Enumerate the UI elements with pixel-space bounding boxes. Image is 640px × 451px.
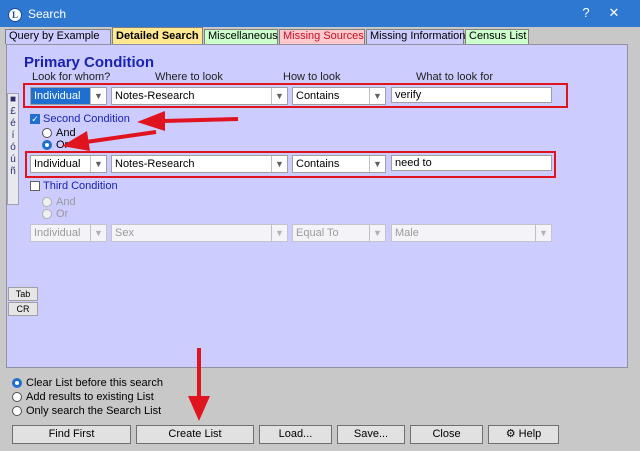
second-or-label: Or xyxy=(56,139,69,151)
chevron-down-icon: ▼ xyxy=(271,156,287,172)
second-who-select[interactable]: Individual ▼ xyxy=(30,155,107,173)
clear-list-label: Clear List before this search xyxy=(26,377,163,389)
tab-query-by-example[interactable]: Query by Example xyxy=(5,29,111,44)
load-button[interactable]: Load... xyxy=(259,425,332,444)
tab-miscellaneous[interactable]: Miscellaneous xyxy=(204,29,278,44)
clear-list-radio[interactable] xyxy=(12,378,22,388)
primary-who-value: Individual xyxy=(34,90,81,102)
special-char[interactable]: ñ xyxy=(8,166,18,178)
insert-tab-button[interactable]: Tab xyxy=(8,287,38,301)
insert-cr-button[interactable]: CR xyxy=(8,302,38,316)
help-gear-icon: ⚙ xyxy=(505,428,516,440)
add-results-label: Add results to existing List xyxy=(26,391,154,403)
chevron-down-icon: ▼ xyxy=(369,88,385,104)
window-title: Search xyxy=(28,7,67,21)
chevron-down-icon: ▼ xyxy=(369,156,385,172)
special-char[interactable]: í xyxy=(8,130,18,142)
primary-what-input[interactable]: verify xyxy=(391,87,552,103)
special-char[interactable]: ■ xyxy=(8,94,18,106)
find-first-button[interactable]: Find First xyxy=(12,425,131,444)
only-search-label: Only search the Search List xyxy=(26,405,162,417)
help-button-label: Help xyxy=(518,428,542,440)
third-how-value: Equal To xyxy=(296,227,339,239)
close-button[interactable]: Close xyxy=(410,425,483,444)
chevron-down-icon: ▼ xyxy=(90,88,106,104)
app-icon: L xyxy=(8,8,22,22)
primary-how-value: Contains xyxy=(296,90,340,102)
chevron-down-icon: ▼ xyxy=(535,225,551,241)
second-or-radio[interactable] xyxy=(42,140,52,150)
help-question-icon[interactable]: ? xyxy=(578,5,594,21)
third-where-select[interactable]: Sex ▼ xyxy=(111,224,288,242)
create-list-button[interactable]: Create List xyxy=(136,425,254,444)
second-what-input[interactable]: need to xyxy=(391,155,552,171)
save-button[interactable]: Save... xyxy=(337,425,405,444)
third-where-value: Sex xyxy=(115,227,134,239)
chevron-down-icon: ▼ xyxy=(271,225,287,241)
col-header-how: How to look xyxy=(283,71,341,83)
special-char[interactable]: ó xyxy=(8,142,18,154)
help-button[interactable]: ⚙ Help xyxy=(488,425,559,444)
close-icon[interactable]: ✕ xyxy=(606,5,622,21)
tab-missing-sources[interactable]: Missing Sources xyxy=(279,29,365,44)
third-what-select[interactable]: Male ▼ xyxy=(391,224,552,242)
primary-who-select[interactable]: Individual ▼ xyxy=(30,87,107,105)
third-who-value: Individual xyxy=(34,227,81,239)
second-condition-label: Second Condition xyxy=(43,113,130,125)
second-and-radio[interactable] xyxy=(42,128,52,138)
col-header-who: Look for whom? xyxy=(32,71,111,83)
tab-census-list[interactable]: Census List xyxy=(465,29,529,44)
second-how-value: Contains xyxy=(296,158,340,170)
special-char[interactable]: £ xyxy=(8,106,18,118)
chevron-down-icon: ▼ xyxy=(369,225,385,241)
third-condition-checkbox[interactable] xyxy=(30,181,40,191)
title-bar[interactable] xyxy=(0,0,640,27)
col-header-what: What to look for xyxy=(416,71,494,83)
second-condition-checkbox[interactable]: ✓ xyxy=(30,114,40,124)
second-who-value: Individual xyxy=(34,158,81,170)
primary-condition-heading: Primary Condition xyxy=(24,54,155,71)
tab-detailed-search[interactable]: Detailed Search xyxy=(112,27,203,44)
third-who-select[interactable]: Individual ▼ xyxy=(30,224,107,242)
second-how-select[interactable]: Contains ▼ xyxy=(292,155,386,173)
third-and-label: And xyxy=(56,196,76,208)
tab-missing-information[interactable]: Missing Information xyxy=(366,29,465,44)
arrow-create-list-head xyxy=(188,396,210,421)
only-search-radio[interactable] xyxy=(12,406,22,416)
chevron-down-icon: ▼ xyxy=(90,156,106,172)
second-where-select[interactable]: Notes-Research ▼ xyxy=(111,155,288,173)
third-condition-label: Third Condition xyxy=(43,180,118,192)
second-and-label: And xyxy=(56,127,76,139)
primary-how-select[interactable]: Contains ▼ xyxy=(292,87,386,105)
third-or-radio[interactable] xyxy=(42,209,52,219)
third-or-label: Or xyxy=(56,208,69,220)
primary-where-value: Notes-Research xyxy=(115,90,195,102)
third-how-select[interactable]: Equal To ▼ xyxy=(292,224,386,242)
third-what-value: Male xyxy=(395,227,419,239)
chevron-down-icon: ▼ xyxy=(271,88,287,104)
special-characters-strip[interactable]: ■ £ é í ó ú ñ xyxy=(7,93,19,205)
second-where-value: Notes-Research xyxy=(115,158,195,170)
special-char[interactable]: ú xyxy=(8,154,18,166)
col-header-where: Where to look xyxy=(155,71,223,83)
special-char[interactable]: é xyxy=(8,118,18,130)
add-results-radio[interactable] xyxy=(12,392,22,402)
chevron-down-icon: ▼ xyxy=(90,225,106,241)
primary-where-select[interactable]: Notes-Research ▼ xyxy=(111,87,288,105)
third-and-radio[interactable] xyxy=(42,197,52,207)
